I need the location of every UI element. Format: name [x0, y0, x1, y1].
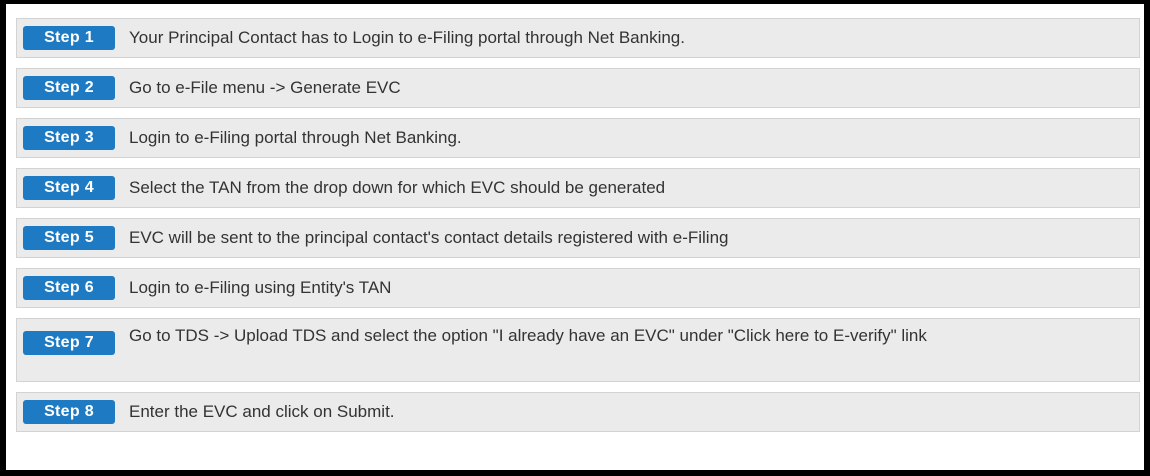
step-text-4: Select the TAN from the drop down for wh…	[129, 178, 666, 197]
step-text-2: Go to e-File menu -> Generate EVC	[129, 78, 401, 97]
step-text-6: Login to e-Filing using Entity's TAN	[129, 278, 392, 297]
step-badge-6: Step 6	[23, 276, 115, 300]
step-text-5: EVC will be sent to the principal contac…	[129, 228, 729, 247]
step-row-8: Step 8 Enter the EVC and click on Submit…	[16, 392, 1140, 432]
step-row-2: Step 2 Go to e-File menu -> Generate EVC	[16, 68, 1140, 108]
step-row-3: Step 3 Login to e-Filing portal through …	[16, 118, 1140, 158]
step-badge-8: Step 8	[23, 400, 115, 424]
step-row-4: Step 4 Select the TAN from the drop down…	[16, 168, 1140, 208]
step-row-1: Step 1 Your Principal Contact has to Log…	[16, 18, 1140, 58]
step-row-6: Step 6 Login to e-Filing using Entity's …	[16, 268, 1140, 308]
steps-list: Step 1 Your Principal Contact has to Log…	[16, 18, 1144, 442]
step-badge-1: Step 1	[23, 26, 115, 50]
step-badge-4: Step 4	[23, 176, 115, 200]
step-badge-2: Step 2	[23, 76, 115, 100]
step-text-7: Go to TDS -> Upload TDS and select the o…	[129, 326, 927, 345]
step-badge-5: Step 5	[23, 226, 115, 250]
step-text-3: Login to e-Filing portal through Net Ban…	[129, 128, 462, 147]
step-badge-3: Step 3	[23, 126, 115, 150]
steps-frame: Step 1 Your Principal Contact has to Log…	[0, 0, 1150, 476]
step-text-1: Your Principal Contact has to Login to e…	[129, 28, 685, 47]
step-row-5: Step 5 EVC will be sent to the principal…	[16, 218, 1140, 258]
step-text-8: Enter the EVC and click on Submit.	[129, 402, 395, 421]
step-row-7: Step 7 Go to TDS -> Upload TDS and selec…	[16, 318, 1140, 382]
